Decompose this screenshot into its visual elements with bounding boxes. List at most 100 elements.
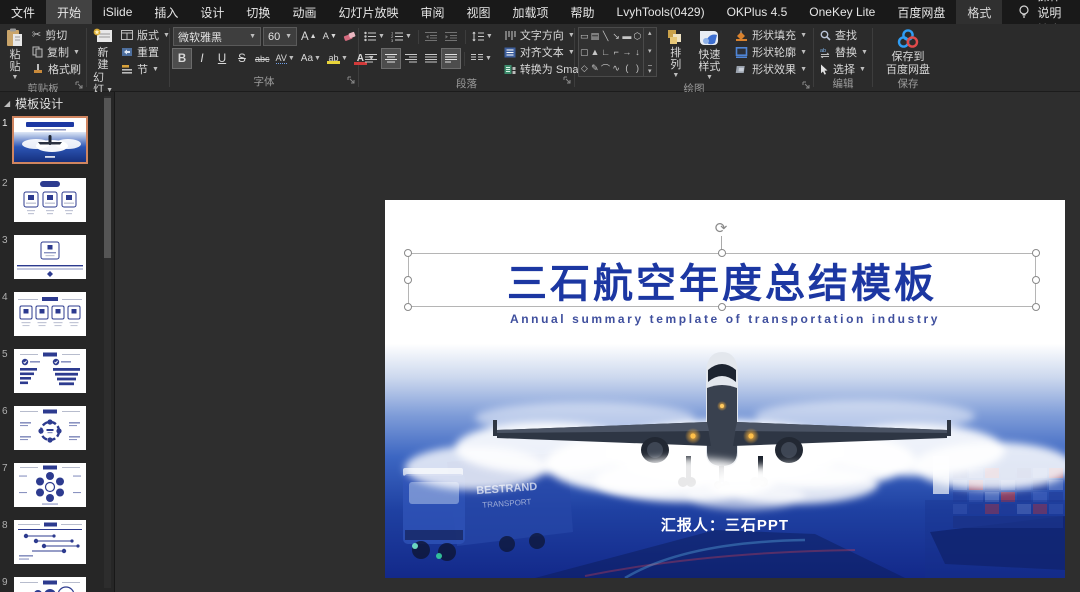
- columns-button[interactable]: ▼: [469, 49, 494, 68]
- resize-handle-top-left[interactable]: [404, 249, 412, 257]
- shape-icon[interactable]: ): [636, 63, 639, 73]
- distribute-button[interactable]: [442, 49, 460, 68]
- shape-icon[interactable]: ▭: [580, 31, 589, 42]
- reset-button[interactable]: 重置: [118, 44, 173, 60]
- resize-handle-top-right[interactable]: [1032, 249, 1040, 257]
- shapes-scroll-down[interactable]: ▾: [648, 47, 652, 55]
- replace-button[interactable]: ab 替换▼: [817, 44, 871, 60]
- editing-canvas[interactable]: BESTRAND TRANSPORT: [116, 92, 1080, 592]
- shape-icon[interactable]: (: [625, 63, 628, 73]
- font-dialog-launcher[interactable]: [347, 74, 355, 88]
- shapes-scroll-up[interactable]: ▴: [648, 29, 652, 37]
- clear-formatting-button[interactable]: [341, 27, 359, 46]
- arrange-button[interactable]: 排列 ▼: [663, 27, 689, 82]
- increase-indent-button[interactable]: [443, 27, 461, 46]
- decrease-indent-button[interactable]: [423, 27, 441, 46]
- quick-styles-button[interactable]: 快速样式 ▼: [691, 27, 728, 82]
- line-spacing-button[interactable]: ▼: [470, 27, 495, 46]
- select-button[interactable]: 选择▼: [817, 61, 871, 77]
- shape-icon[interactable]: ↓: [635, 47, 640, 57]
- italic-button[interactable]: I: [193, 49, 211, 68]
- font-name-combo[interactable]: 微软雅黑▼: [173, 27, 261, 46]
- tab-format[interactable]: 格式: [956, 0, 1002, 24]
- tab-transitions[interactable]: 切换: [235, 0, 281, 24]
- presenter-text[interactable]: 汇报人：三石PPT: [385, 514, 1065, 535]
- paragraph-dialog-launcher[interactable]: [563, 74, 571, 88]
- sidebar-scroll-thumb[interactable]: [104, 98, 111, 258]
- cut-button[interactable]: ✂ 剪切: [29, 27, 84, 43]
- tab-file[interactable]: 文件: [0, 0, 46, 24]
- tab-slideshow[interactable]: 幻灯片放映: [327, 0, 409, 24]
- font-size-combo[interactable]: 60▼: [263, 27, 297, 46]
- tab-design[interactable]: 设计: [189, 0, 235, 24]
- shape-icon[interactable]: ⌒: [601, 62, 610, 75]
- text-highlight-button[interactable]: ab ▼: [325, 49, 350, 68]
- slide-thumbnail-4[interactable]: 4: [14, 292, 88, 336]
- clipboard-dialog-launcher[interactable]: [75, 79, 83, 93]
- underline-button[interactable]: U: [213, 49, 231, 68]
- character-spacing-button[interactable]: AV▼: [274, 49, 297, 68]
- shape-icon[interactable]: ╲: [603, 31, 608, 42]
- shrink-font-button[interactable]: A▼: [321, 27, 339, 46]
- layout-button[interactable]: 版式▼: [118, 27, 173, 43]
- tab-insert[interactable]: 插入: [143, 0, 189, 24]
- shape-icon[interactable]: ▢: [580, 47, 589, 58]
- numbering-button[interactable]: 123 ▼: [389, 27, 414, 46]
- section-collapse-icon[interactable]: ◢: [4, 99, 10, 108]
- resize-handle-bottom-left[interactable]: [404, 303, 412, 311]
- shape-outline-button[interactable]: 形状轮廓▼: [732, 44, 810, 60]
- shapes-more-button[interactable]: ▾: [648, 65, 652, 75]
- drawing-dialog-launcher[interactable]: [802, 79, 810, 93]
- slide-thumbnail-9[interactable]: 9: [14, 577, 88, 592]
- sidebar-scrollbar[interactable]: [104, 96, 111, 588]
- change-case-button[interactable]: Aa▼: [299, 49, 323, 68]
- shapes-gallery[interactable]: ▭▤╲↘▬⬡ ▢▲∟⌐→↓ ◇✎⌒∿() ▴ ▾ ▾: [578, 27, 657, 77]
- shape-icon[interactable]: ▲: [590, 47, 599, 57]
- shape-icon[interactable]: ∿: [612, 63, 620, 74]
- shape-icon[interactable]: ✎: [591, 63, 599, 74]
- resize-handle-mid-right[interactable]: [1032, 276, 1040, 284]
- shadow-strike-button[interactable]: S: [233, 49, 251, 68]
- shape-icon[interactable]: ⌐: [614, 47, 619, 57]
- tab-lvyhtools[interactable]: LvyhTools(0429): [606, 0, 716, 24]
- strikethrough-button[interactable]: abc: [253, 49, 272, 68]
- bullets-button[interactable]: ▼: [362, 27, 387, 46]
- shape-icon[interactable]: ▬: [622, 31, 631, 41]
- paste-dropdown-arrow[interactable]: ▼: [12, 74, 19, 81]
- shape-effects-button[interactable]: 形状效果▼: [732, 61, 810, 77]
- resize-handle-bottom-right[interactable]: [1032, 303, 1040, 311]
- align-left-button[interactable]: [362, 49, 380, 68]
- align-center-button[interactable]: [382, 49, 400, 68]
- slide-thumbnail-5[interactable]: 5: [14, 349, 88, 393]
- paste-button[interactable]: 粘贴 ▼: [3, 27, 27, 82]
- slide-editing-area[interactable]: BESTRAND TRANSPORT: [385, 200, 1065, 578]
- tab-baidu-netdisk[interactable]: 百度网盘: [886, 0, 956, 24]
- resize-handle-bottom-center[interactable]: [718, 303, 726, 311]
- grow-font-button[interactable]: A▲: [299, 27, 319, 46]
- copy-button[interactable]: 复制 ▼: [29, 44, 84, 60]
- shape-icon[interactable]: →: [622, 47, 631, 57]
- save-to-baidu-button[interactable]: 保存到 百度网盘: [883, 27, 933, 77]
- slide-thumbnail-6[interactable]: 6: [14, 406, 88, 450]
- format-painter-button[interactable]: 格式刷: [29, 61, 84, 77]
- tab-okplus[interactable]: OKPlus 4.5: [716, 0, 799, 24]
- tab-review[interactable]: 审阅: [409, 0, 455, 24]
- slide-thumbnail-7[interactable]: 7: [14, 463, 88, 507]
- slide-subtitle[interactable]: Annual summary template of transportatio…: [385, 312, 1065, 326]
- section-button[interactable]: 节▼: [118, 61, 173, 77]
- slide-thumbnail-1[interactable]: 1: [14, 118, 88, 162]
- tab-view[interactable]: 视图: [455, 0, 501, 24]
- tab-home[interactable]: 开始: [46, 0, 92, 24]
- find-button[interactable]: 查找: [817, 27, 871, 43]
- tell-me-search[interactable]: 操作说明搜索: [1008, 0, 1080, 24]
- shape-icon[interactable]: ↘: [612, 31, 620, 42]
- shape-icon[interactable]: ∟: [601, 47, 610, 57]
- tab-islide[interactable]: iSlide: [92, 0, 143, 24]
- title-textbox[interactable]: 三石航空年度总结模板: [408, 253, 1036, 307]
- resize-handle-mid-left[interactable]: [404, 276, 412, 284]
- shape-icon[interactable]: ◇: [581, 63, 588, 74]
- tab-help[interactable]: 帮助: [560, 0, 606, 24]
- slide-thumbnail-3[interactable]: 3: [14, 235, 88, 279]
- slide-thumbnail-2[interactable]: 2: [14, 178, 88, 222]
- tab-animations[interactable]: 动画: [281, 0, 327, 24]
